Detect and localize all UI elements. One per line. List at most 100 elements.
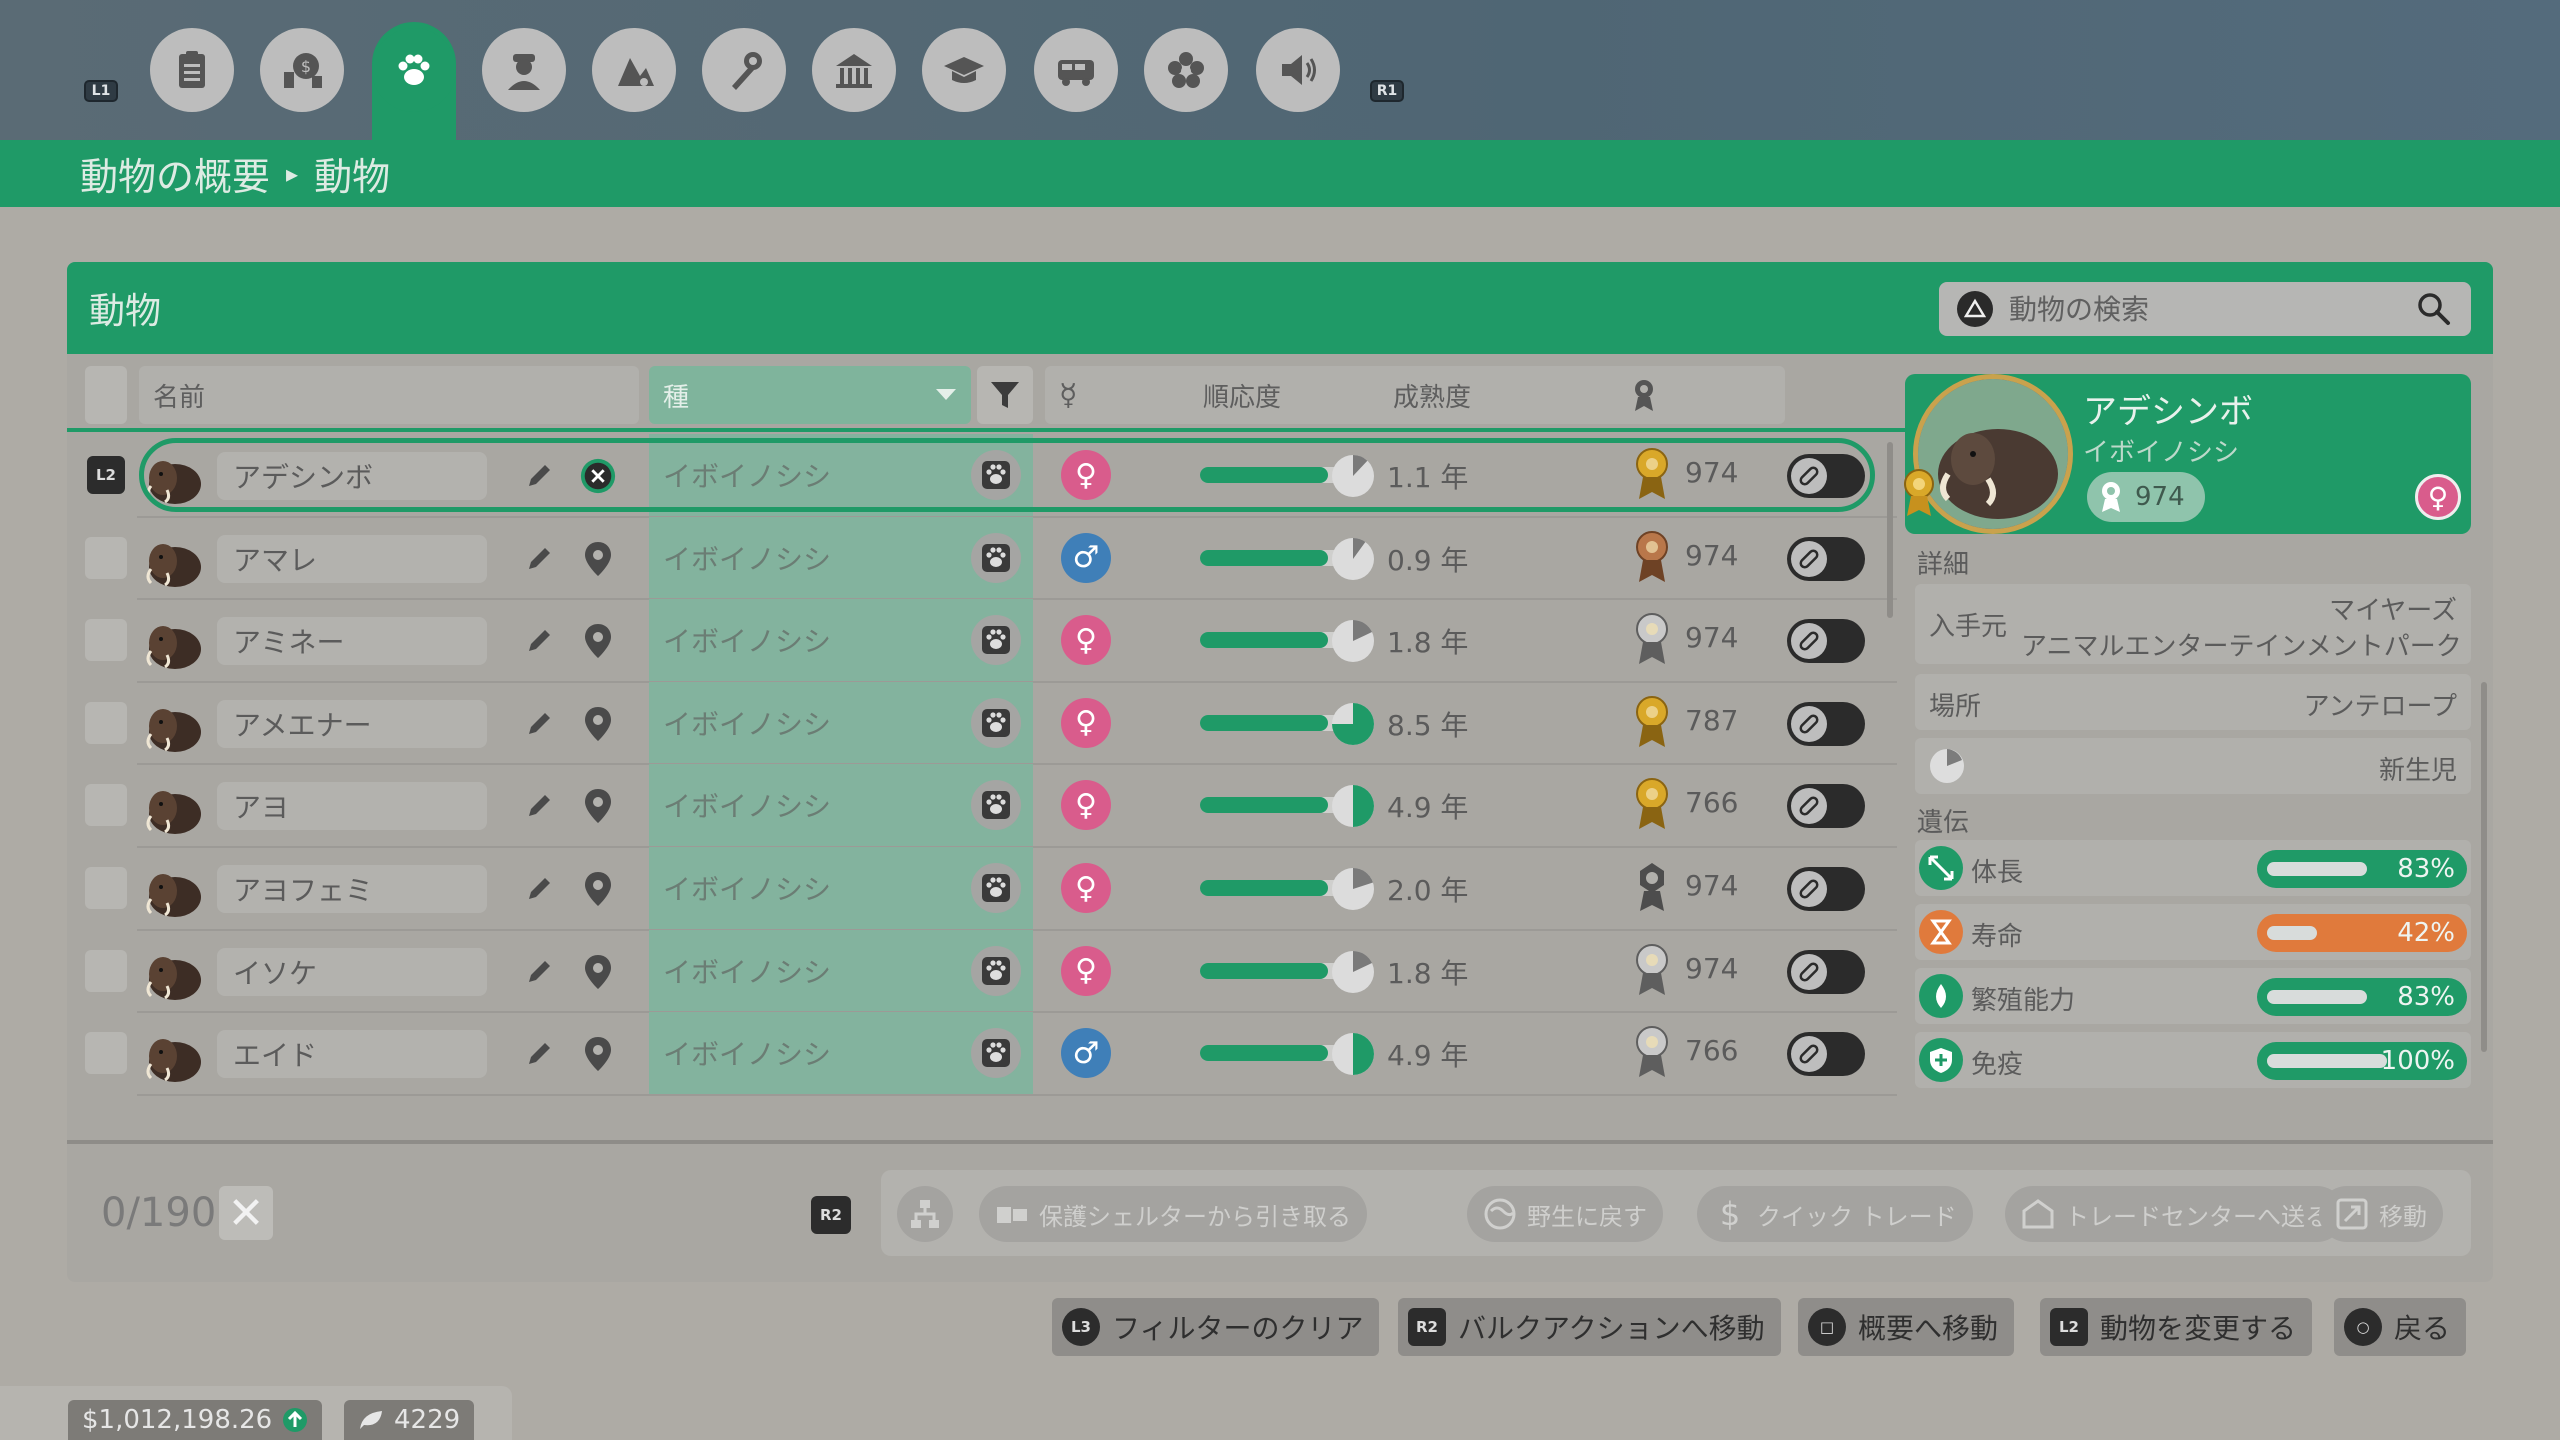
animal-row[interactable]: アマレ イボイノシシ ♂ 0.9 年 974 bbox=[67, 516, 1897, 599]
female-icon: ♀ bbox=[1061, 450, 1111, 500]
clear-selection-button[interactable]: ✕ bbox=[219, 1186, 273, 1240]
zoopedia-paw-icon[interactable] bbox=[971, 1028, 1021, 1079]
edit-name-pencil-icon[interactable] bbox=[523, 873, 555, 905]
zoopedia-paw-icon[interactable] bbox=[971, 697, 1021, 748]
clipboard-icon[interactable] bbox=[150, 28, 234, 112]
contraception-toggle[interactable] bbox=[1787, 536, 1865, 581]
gene-bar: 42% bbox=[2257, 914, 2467, 952]
animal-row[interactable]: アミネー イボイノシシ ♀ 1.8 年 974 bbox=[67, 599, 1897, 682]
contraception-toggle[interactable] bbox=[1787, 701, 1865, 746]
zoopedia-paw-icon[interactable] bbox=[971, 532, 1021, 583]
flower-icon[interactable] bbox=[1144, 28, 1228, 112]
row-checkbox[interactable] bbox=[85, 784, 127, 827]
zoopedia-paw-icon[interactable] bbox=[971, 863, 1021, 913]
speaker-icon[interactable] bbox=[1256, 28, 1340, 112]
animal-name-field[interactable]: アデシンボ bbox=[217, 452, 487, 500]
row-checkbox[interactable] bbox=[85, 1032, 127, 1075]
row-checkbox[interactable] bbox=[85, 867, 127, 909]
column-header-species[interactable]: 種 bbox=[649, 366, 971, 424]
education-icon[interactable] bbox=[922, 28, 1006, 112]
staff-icon[interactable] bbox=[482, 28, 566, 112]
contraception-toggle[interactable] bbox=[1787, 454, 1865, 498]
animal-row[interactable]: アヨ イボイノシシ ♀ 4.9 年 766 bbox=[67, 764, 1897, 847]
deselect-close-icon[interactable] bbox=[579, 456, 617, 496]
zoopedia-paw-icon[interactable] bbox=[971, 945, 1021, 996]
location-pin-icon[interactable] bbox=[579, 786, 617, 826]
edit-name-pencil-icon[interactable] bbox=[523, 708, 555, 740]
location-pin-icon[interactable] bbox=[579, 952, 617, 992]
maintenance-icon[interactable] bbox=[702, 28, 786, 112]
move-button[interactable]: 移動 bbox=[2319, 1186, 2443, 1242]
zoopedia-paw-icon[interactable] bbox=[971, 615, 1021, 666]
r1-shoulder-hint[interactable]: R1 bbox=[1370, 80, 1404, 102]
change-animal-hint[interactable]: L2 動物を変更する bbox=[2040, 1298, 2313, 1356]
edit-name-pencil-icon[interactable] bbox=[523, 790, 555, 822]
animal-name-field[interactable]: アヨフェミ bbox=[217, 865, 487, 913]
breadcrumb-root[interactable]: 動物の概要 bbox=[80, 146, 270, 201]
animal-paw-icon[interactable] bbox=[372, 28, 456, 112]
animal-name-field[interactable]: エイド bbox=[217, 1030, 487, 1079]
column-header-name[interactable]: 名前 bbox=[139, 366, 639, 424]
edit-name-pencil-icon[interactable] bbox=[523, 625, 555, 657]
send-to-trade-center-button[interactable]: トレードセンターへ送る bbox=[2005, 1186, 2345, 1242]
edit-name-pencil-icon[interactable] bbox=[523, 1038, 555, 1070]
animal-row[interactable]: アヨフェミ イボイノシシ ♀ 2.0 年 974 bbox=[67, 847, 1897, 929]
select-all-checkbox[interactable] bbox=[85, 366, 127, 424]
column-header-reputation[interactable] bbox=[1615, 366, 1785, 424]
animal-name-field[interactable]: アヨ bbox=[217, 782, 487, 831]
animal-row[interactable]: イソケ イボイノシシ ♀ 1.8 年 974 bbox=[67, 929, 1897, 1012]
zoopedia-paw-icon[interactable] bbox=[971, 450, 1021, 500]
animal-name-field[interactable]: アミネー bbox=[217, 617, 487, 666]
row-checkbox[interactable] bbox=[85, 536, 127, 579]
row-checkbox[interactable] bbox=[85, 701, 127, 744]
genetics-section-title: 遺伝 bbox=[1917, 808, 1970, 838]
facilities-icon[interactable] bbox=[812, 28, 896, 112]
row-checkbox[interactable] bbox=[85, 619, 127, 662]
go-to-bulk-actions-hint[interactable]: R2 バルクアクションへ移動 bbox=[1398, 1298, 1781, 1356]
contraception-toggle[interactable] bbox=[1787, 619, 1865, 664]
animal-name-field[interactable]: アメエナー bbox=[217, 699, 487, 748]
search-icon[interactable] bbox=[2415, 290, 2453, 328]
contraception-toggle[interactable] bbox=[1787, 1032, 1865, 1077]
l1-shoulder-hint[interactable]: L1 bbox=[84, 80, 118, 102]
clear-filter-hint[interactable]: L3 フィルターのクリア bbox=[1052, 1298, 1380, 1356]
location-pin-icon[interactable] bbox=[579, 539, 617, 579]
location-pin-icon[interactable] bbox=[579, 869, 617, 909]
location-pin-icon[interactable] bbox=[579, 621, 617, 661]
reputation-score: 974 bbox=[1685, 456, 1739, 489]
animal-row[interactable]: エイド イボイノシシ ♂ 4.9 年 766 bbox=[67, 1012, 1897, 1095]
edit-name-pencil-icon[interactable] bbox=[523, 543, 555, 575]
detail-scrollbar[interactable] bbox=[2481, 682, 2487, 1052]
habitat-icon[interactable] bbox=[592, 28, 676, 112]
location-pin-icon[interactable] bbox=[579, 1034, 617, 1074]
search-input[interactable] bbox=[2009, 292, 2399, 326]
search-box[interactable] bbox=[1939, 282, 2471, 336]
back-hint[interactable]: ○ 戻る bbox=[2334, 1298, 2467, 1356]
location-pin-icon[interactable] bbox=[579, 704, 617, 744]
maturity-age: 1.8 年 bbox=[1387, 626, 1469, 660]
svg-text:$: $ bbox=[301, 57, 311, 76]
animal-name-field[interactable]: アマレ bbox=[217, 534, 487, 583]
silver-medal-icon bbox=[1636, 1026, 1668, 1078]
edit-name-pencil-icon[interactable] bbox=[523, 956, 555, 988]
animal-row[interactable]: アメエナー イボイノシシ ♀ 8.5 年 787 bbox=[67, 681, 1897, 764]
release-to-wild-button[interactable]: 野生に戻す bbox=[1467, 1186, 1663, 1242]
origin-label: 入手元 bbox=[1929, 612, 2008, 642]
list-scrollbar[interactable] bbox=[1887, 442, 1893, 618]
go-to-overview-hint[interactable]: □ 概要へ移動 bbox=[1798, 1298, 2015, 1356]
bulk-filter-button[interactable] bbox=[897, 1186, 953, 1242]
finance-icon[interactable]: $ bbox=[260, 28, 344, 112]
animal-name-field[interactable]: イソケ bbox=[217, 947, 487, 996]
row-checkbox[interactable] bbox=[85, 949, 127, 992]
edit-name-pencil-icon[interactable] bbox=[523, 460, 555, 492]
adopt-from-shelter-button[interactable]: 保護シェルターから引き取る bbox=[979, 1186, 1367, 1242]
contraception-toggle[interactable] bbox=[1787, 949, 1865, 994]
bulk-actions-bar: 保護シェルターから引き取る 野生に戻す $ クイック トレード トレードセンター… bbox=[881, 1170, 2471, 1256]
filter-icon[interactable] bbox=[977, 366, 1033, 424]
transport-icon[interactable] bbox=[1034, 28, 1118, 112]
contraception-toggle[interactable] bbox=[1787, 867, 1865, 911]
contraception-toggle[interactable] bbox=[1787, 784, 1865, 829]
animal-row[interactable]: L2 アデシンボ イボイノシシ ♀ 1.1 年 974 bbox=[67, 434, 1897, 516]
gene-label: 繁殖能力 bbox=[1971, 986, 2076, 1016]
quick-trade-button[interactable]: $ クイック トレード bbox=[1697, 1186, 1973, 1242]
